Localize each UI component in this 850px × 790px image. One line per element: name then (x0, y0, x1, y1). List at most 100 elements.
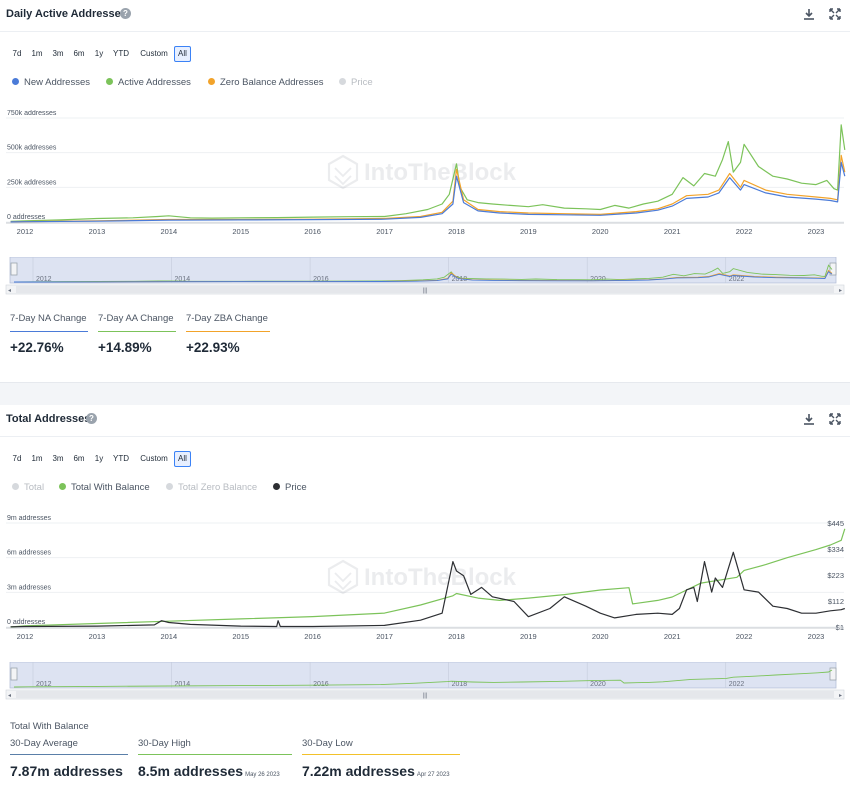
scroll-left-arrow-icon: ◂ (8, 693, 11, 699)
legend-label: Zero Balance Addresses (220, 77, 324, 88)
y-tick-label: 750k addresses (7, 110, 57, 117)
chart-navigator[interactable]: 2012 2014 2016 2018 2020 2022◂ ▸||| (0, 257, 850, 295)
x-tick-label: 2016 (304, 227, 321, 236)
legend-price[interactable]: Price (273, 482, 307, 493)
stat-value: 8.5m addresses (138, 763, 244, 779)
range-7d-button[interactable]: 7d (9, 46, 25, 62)
stat-label: 7-Day AA Change (98, 312, 176, 332)
panel-header: Total Addresses ? (0, 405, 850, 437)
navigator-tick-label: 2014 (175, 681, 191, 688)
stat-label: 7-Day NA Change (10, 312, 88, 332)
stat-aa-change: 7-Day AA Change +14.89% (98, 312, 176, 355)
scroll-right-arrow-icon: ▸ (839, 693, 842, 699)
range-custom-button[interactable]: Custom (137, 46, 171, 62)
range-custom-button[interactable]: Custom (137, 451, 171, 467)
navigator-tick-label: 2016 (313, 681, 329, 688)
legend-price[interactable]: Price (339, 77, 373, 88)
range-1y-button[interactable]: 1y (92, 46, 106, 62)
legend-label: Total (24, 482, 45, 493)
x-tick-label: 2013 (89, 227, 106, 236)
y-tick-label: 3m addresses (7, 584, 51, 591)
range-1y-button[interactable]: 1y (92, 451, 106, 467)
legend-dot (106, 78, 113, 85)
legend-dot (12, 483, 19, 490)
range-ytd-button[interactable]: YTD (110, 451, 132, 467)
range-all-button[interactable]: All (174, 451, 191, 467)
x-tick-label: 2016 (304, 632, 321, 641)
y2-tick-label: $112 (828, 597, 844, 606)
watermark-logo-icon (334, 167, 352, 186)
range-1m-button[interactable]: 1m (29, 451, 45, 467)
watermark-logo-icon (334, 572, 352, 591)
range-all-button[interactable]: All (174, 46, 191, 62)
stat-zba-change: 7-Day ZBA Change +22.93% (186, 312, 270, 355)
total-with-balance-stats: Total With Balance 30-Day Average 7.87m … (0, 718, 850, 788)
watermark-text: IntoTheBlock (364, 564, 517, 591)
range-6m-button[interactable]: 6m (71, 451, 87, 467)
panel-title: Total Addresses (6, 413, 91, 425)
download-icon[interactable] (802, 7, 816, 21)
x-tick-label: 2021 (664, 632, 681, 641)
navigator-right-handle (829, 667, 837, 681)
stat-value: 7.22m addresses (302, 763, 415, 779)
navigator-tick-label: 2022 (729, 276, 745, 283)
x-tick-label: 2023 (808, 632, 825, 641)
change-stats: 7-Day NA Change +22.76% 7-Day AA Change … (0, 312, 850, 372)
x-tick-label: 2014 (160, 632, 177, 641)
navigator-selection (9, 662, 837, 689)
y-tick-label: 9m addresses (7, 515, 51, 522)
chart-navigator[interactable]: 2012 2014 2016 2018 2020 2022◂ ▸||| (0, 662, 850, 700)
stat-30-day-high: 30-Day High 8.5m addresses May 26 2023 (138, 738, 292, 781)
navigator-selection (9, 257, 837, 284)
legend-dot (208, 78, 215, 85)
navigator-left-handle (10, 262, 18, 276)
x-tick-label: 2020 (592, 227, 609, 236)
range-6m-button[interactable]: 6m (71, 46, 87, 62)
legend-label: Active Addresses (118, 77, 191, 88)
panel-title: Daily Active Addresses (6, 8, 127, 20)
download-icon[interactable] (802, 412, 816, 426)
x-tick-label: 2019 (520, 632, 537, 641)
expand-icon[interactable] (828, 412, 842, 426)
legend-label: Total Zero Balance (178, 482, 258, 493)
total-addresses-panel: Total Addresses ? 7d 1m 3m 6m 1y YTD Cus… (0, 405, 850, 790)
help-icon[interactable]: ? (120, 8, 131, 19)
range-ytd-button[interactable]: YTD (110, 46, 132, 62)
legend-total-with-balance[interactable]: Total With Balance (59, 482, 150, 493)
legend-label: Price (285, 482, 307, 493)
stat-date: Apr 27 2023 (416, 772, 450, 778)
help-icon[interactable]: ? (86, 413, 97, 424)
x-tick-label: 2017 (376, 227, 393, 236)
daily-active-addresses-chart[interactable]: 0 addresses250k addresses500k addresses7… (0, 110, 850, 245)
legend-total[interactable]: Total (12, 482, 44, 493)
range-1m-button[interactable]: 1m (29, 46, 45, 62)
stat-label: 7-Day ZBA Change (186, 312, 270, 332)
total-addresses-chart[interactable]: 0 addresses3m addresses6m addresses9m ad… (0, 515, 850, 650)
range-3m-button[interactable]: 3m (50, 451, 66, 467)
legend-total-zero-balance[interactable]: Total Zero Balance (166, 482, 257, 493)
x-tick-label: 2018 (448, 227, 465, 236)
legend-label: New Addresses (24, 77, 91, 88)
y2-tick-label: $223 (827, 571, 844, 580)
scroll-left-arrow-icon: ◂ (8, 288, 11, 294)
y-tick-label: 250k addresses (7, 179, 57, 186)
range-3m-button[interactable]: 3m (50, 46, 66, 62)
scroll-right-arrow-icon: ▸ (839, 288, 842, 294)
stat-value-row: 7.87m addresses (10, 763, 128, 781)
watermark-text: IntoTheBlock (364, 159, 517, 186)
legend-active-addresses[interactable]: Active Addresses (106, 77, 191, 88)
stat-30-day-average: 30-Day Average 7.87m addresses (10, 738, 128, 781)
expand-icon[interactable] (828, 7, 842, 21)
stat-value-row: 8.5m addresses May 26 2023 (138, 763, 292, 781)
x-tick-label: 2022 (736, 227, 753, 236)
navigator-left-handle (10, 667, 18, 681)
navigator-tick-label: 2020 (590, 681, 606, 688)
stat-label: 30-Day Average (10, 738, 128, 755)
navigator-tick-label: 2022 (729, 681, 745, 688)
legend-dot (339, 78, 346, 85)
legend-new-addresses[interactable]: New Addresses (12, 77, 90, 88)
range-7d-button[interactable]: 7d (9, 451, 25, 467)
legend-dot (59, 483, 66, 490)
stat-value-row: 7.22m addresses Apr 27 2023 (302, 763, 460, 781)
legend-zero-balance-addresses[interactable]: Zero Balance Addresses (208, 77, 324, 88)
